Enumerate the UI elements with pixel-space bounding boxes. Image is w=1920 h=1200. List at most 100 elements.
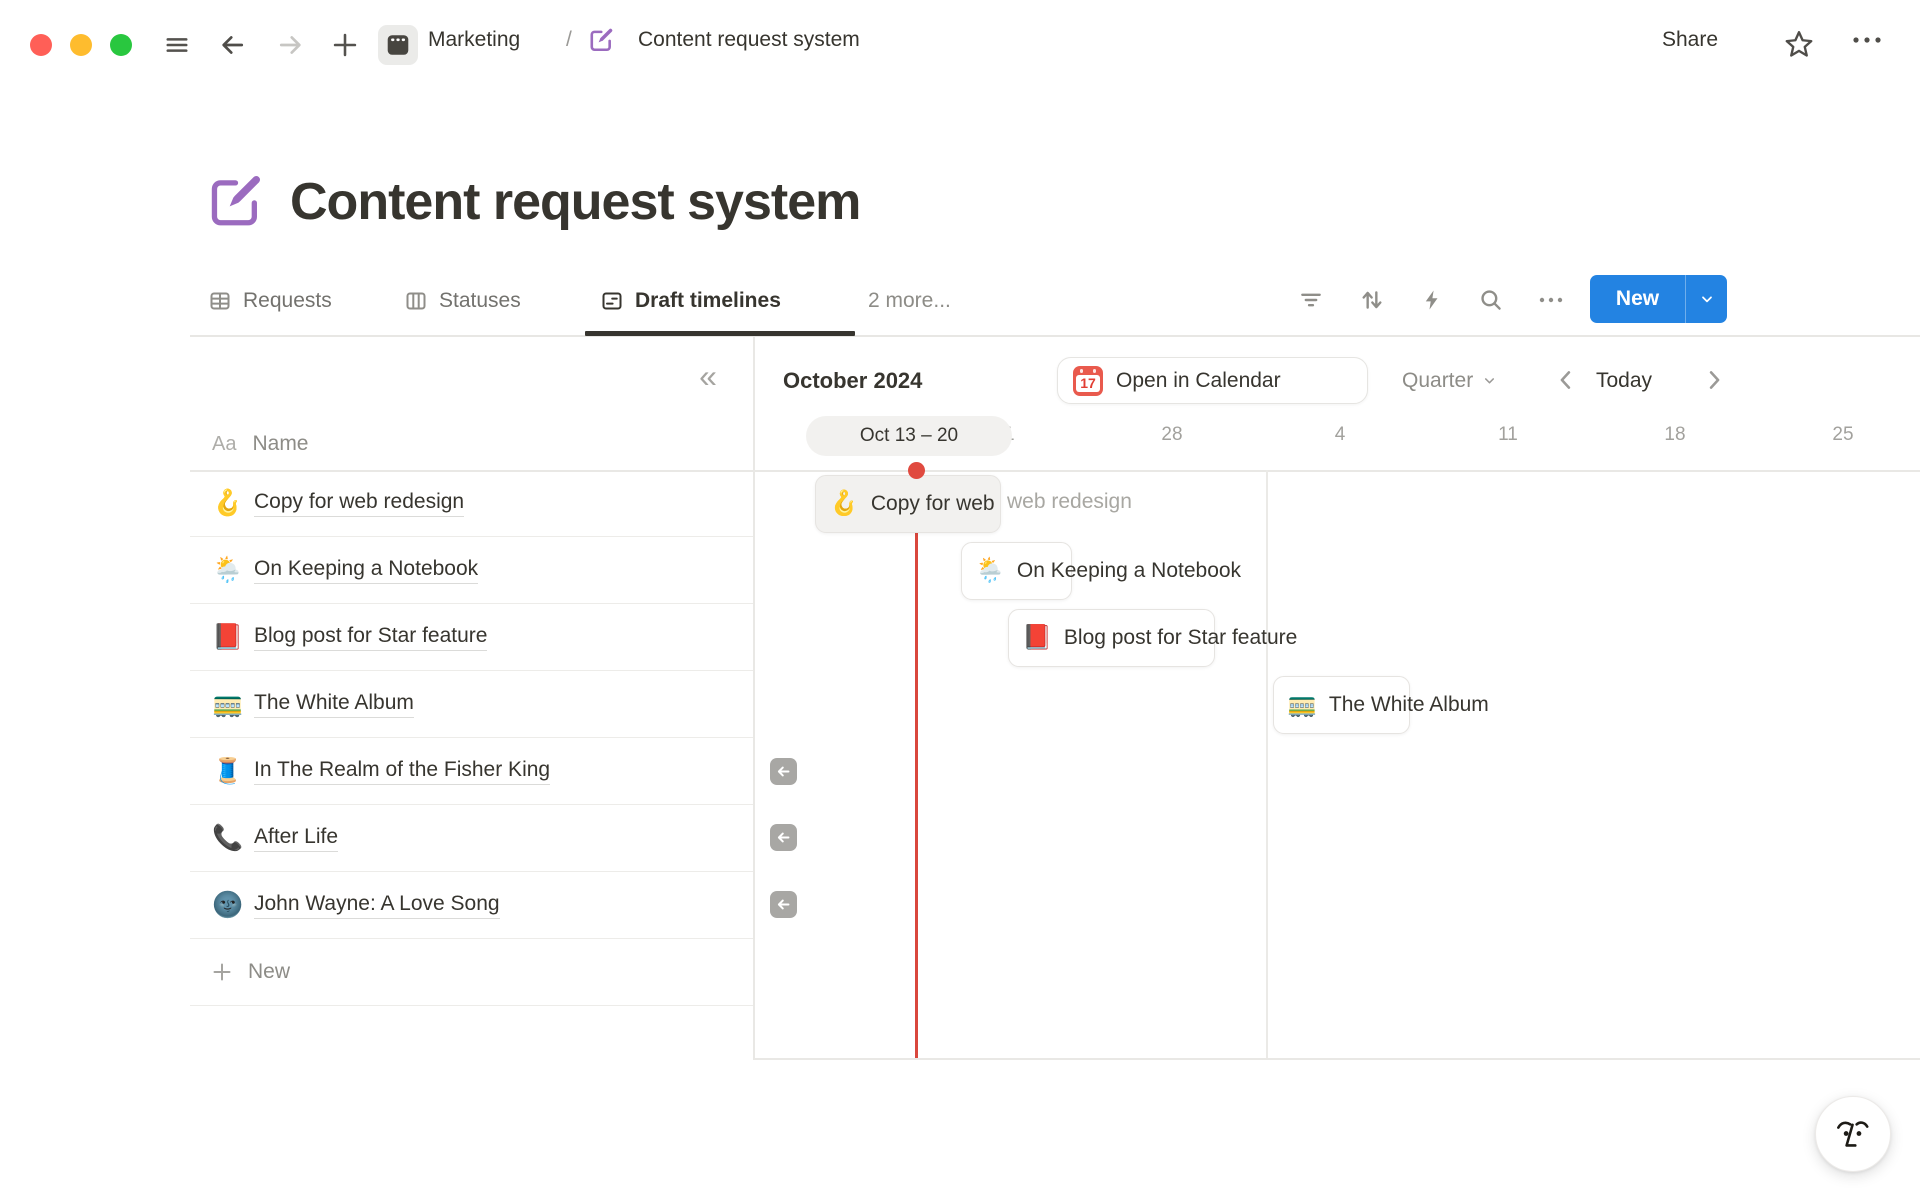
close-window-button[interactable] — [30, 34, 52, 56]
page-memo-icon — [588, 27, 614, 53]
row-title[interactable]: On Keeping a Notebook — [254, 557, 478, 584]
ellipsis-icon — [1538, 295, 1564, 305]
table-row[interactable]: 📞 After Life — [190, 805, 753, 872]
month-boundary-gridline — [1266, 470, 1268, 1058]
page-memo-icon-large[interactable] — [206, 172, 264, 230]
search-button[interactable] — [1477, 286, 1505, 314]
share-button[interactable]: Share — [1662, 0, 1718, 80]
today-marker-line — [915, 470, 918, 1058]
minimize-window-button[interactable] — [70, 34, 92, 56]
text-property-icon: Aa — [212, 433, 236, 456]
automations-button[interactable] — [1418, 286, 1446, 314]
scroll-to-bar-button[interactable] — [770, 758, 797, 785]
zoom-level-label: Quarter — [1402, 369, 1473, 393]
search-icon — [1478, 287, 1504, 313]
arrow-left-icon — [775, 829, 792, 846]
sort-button[interactable] — [1358, 286, 1386, 314]
row-emoji-tram: 🚃 — [212, 692, 242, 717]
window-titlebar: Marketing / Content request system Share — [0, 0, 1920, 80]
favorite-button[interactable] — [1784, 29, 1814, 59]
timeline-bar-blog-post-for-star-feature[interactable]: 📕 Blog post for Star feature — [1008, 609, 1215, 667]
date-tick: 4 — [1310, 424, 1370, 446]
open-in-calendar-button[interactable]: 17 Open in Calendar — [1057, 357, 1368, 404]
tab-more[interactable]: 2 more... — [868, 286, 951, 316]
arrow-left-icon — [219, 31, 247, 59]
tab-statuses[interactable]: Statuses — [404, 286, 521, 316]
new-page-button[interactable] — [331, 31, 359, 59]
filter-button[interactable] — [1297, 286, 1325, 314]
column-name-label: Name — [252, 432, 308, 456]
timeline-month-label: October 2024 — [783, 368, 922, 394]
table-row[interactable]: 📕 Blog post for Star feature — [190, 604, 753, 671]
new-button[interactable]: New — [1590, 275, 1685, 323]
double-chevron-left-icon: « — [699, 358, 717, 395]
row-title[interactable]: Copy for web redesign — [254, 490, 464, 517]
table-view-icon — [208, 289, 232, 313]
add-row-button[interactable]: New — [190, 939, 753, 1006]
row-title[interactable]: After Life — [254, 825, 338, 852]
bar-emoji-sun-rain-cloud: 🌦️ — [975, 559, 1005, 583]
tab-requests[interactable]: Requests — [208, 286, 332, 316]
today-marker-dot — [908, 462, 925, 479]
collapse-table-button[interactable]: « — [690, 358, 726, 394]
bar-title: Blog post for Star feature — [1064, 626, 1297, 650]
date-tick: 28 — [1142, 424, 1202, 446]
sidebar-menu-button[interactable] — [163, 31, 191, 59]
timeline-bar-on-keeping-a-notebook[interactable]: 🌦️ On Keeping a Notebook — [961, 542, 1072, 600]
tab-label: 2 more... — [868, 289, 951, 313]
date-tick: 11 — [1478, 424, 1538, 446]
row-title[interactable]: The White Album — [254, 691, 414, 718]
table-row[interactable]: 🌦️ On Keeping a Notebook — [190, 537, 753, 604]
table-row[interactable]: 🌚 John Wayne: A Love Song — [190, 872, 753, 939]
row-title[interactable]: John Wayne: A Love Song — [254, 892, 500, 919]
calendar-icon: 17 — [1073, 366, 1103, 396]
timeline-bar-copy-for-web-redesign[interactable]: 🪝 Copy for web redesign — [815, 475, 1001, 533]
row-emoji-hook: 🪝 — [212, 491, 242, 516]
timeline-header-divider — [754, 470, 1920, 472]
timeline-view-icon — [600, 289, 624, 313]
scroll-to-bar-button[interactable] — [770, 891, 797, 918]
window-more-button[interactable] — [1850, 33, 1884, 47]
view-options-button[interactable] — [1537, 286, 1565, 314]
row-title[interactable]: In The Realm of the Fisher King — [254, 758, 550, 785]
notion-face-icon — [1831, 1112, 1875, 1156]
filter-icon — [1298, 287, 1324, 313]
open-in-calendar-label: Open in Calendar — [1116, 369, 1281, 393]
row-emoji-sun-rain-cloud: 🌦️ — [212, 558, 242, 583]
table-row[interactable]: 🧵 In The Realm of the Fisher King — [190, 738, 753, 805]
board-view-icon — [404, 289, 428, 313]
timeline-bar-the-white-album[interactable]: 🚃 The White Album — [1273, 676, 1410, 734]
table-column-header[interactable]: Aa Name — [190, 418, 753, 470]
forward-button[interactable] — [276, 31, 304, 59]
tab-label: Draft timelines — [635, 289, 781, 313]
help-button[interactable] — [1815, 1096, 1891, 1172]
active-tab-underline — [585, 331, 855, 336]
breadcrumb-page[interactable]: Content request system — [638, 0, 860, 80]
row-title[interactable]: Blog post for Star feature — [254, 624, 487, 651]
new-dropdown-button[interactable] — [1685, 275, 1727, 323]
back-button[interactable] — [219, 31, 247, 59]
today-button[interactable]: Today — [1596, 357, 1652, 404]
week-range-pill[interactable]: Oct 13 – 20 — [806, 416, 1012, 456]
breadcrumb-separator: / — [566, 0, 572, 80]
next-period-button[interactable] — [1700, 366, 1728, 394]
scroll-to-bar-button[interactable] — [770, 824, 797, 851]
tab-draft-timelines[interactable]: Draft timelines — [600, 286, 781, 316]
breadcrumb-teamspace-chip[interactable] — [378, 25, 418, 65]
add-row-label: New — [248, 960, 290, 984]
page-title[interactable]: Content request system — [290, 172, 860, 232]
star-icon — [1784, 29, 1814, 59]
bar-title: Copy for web redesign — [871, 492, 1001, 516]
new-button-group: New — [1590, 275, 1727, 323]
table-row[interactable]: 🚃 The White Album — [190, 671, 753, 738]
zoom-window-button[interactable] — [110, 34, 132, 56]
previous-period-button[interactable] — [1552, 366, 1580, 394]
chevron-left-icon — [1552, 366, 1580, 394]
date-tick: 18 — [1645, 424, 1705, 446]
chevron-down-icon — [1699, 291, 1715, 307]
timeline-zoom-select[interactable]: Quarter — [1402, 357, 1497, 404]
bar-title: On Keeping a Notebook — [1017, 559, 1241, 583]
arrow-left-icon — [775, 896, 792, 913]
table-row[interactable]: 🪝 Copy for web redesign — [190, 470, 753, 537]
breadcrumb-teamspace[interactable]: Marketing — [428, 0, 520, 80]
